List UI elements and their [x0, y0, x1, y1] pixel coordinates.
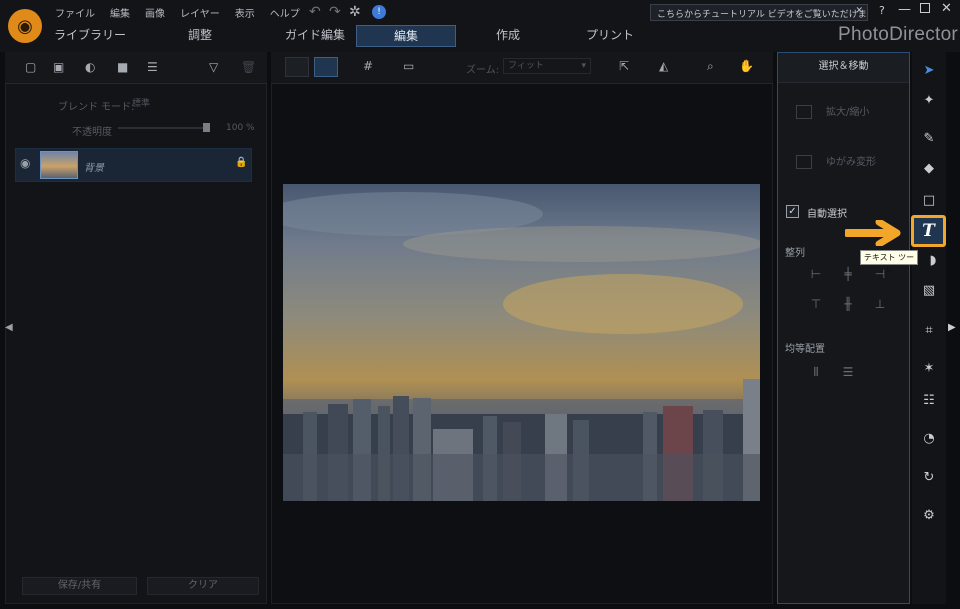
mask-icon[interactable]: ■ [117, 60, 128, 74]
scale-button[interactable]: 拡大/縮小 [796, 103, 869, 119]
monitor-icon[interactable]: ▭ [403, 59, 414, 73]
scale-label: 拡大/縮小 [826, 107, 870, 118]
distribute-label: 均等配置 [785, 344, 825, 355]
view-image-button[interactable] [314, 57, 338, 77]
tutorial-banner[interactable]: こちらからチュートリアル ビデオをご覧いただけます。 ✕ [650, 4, 868, 21]
rotate-tool-icon[interactable]: ↻ [918, 467, 940, 489]
blend-mode-label: ブレンド モード: [58, 102, 135, 113]
magic-wand-tool-icon[interactable]: ✶ [918, 358, 940, 380]
close-icon[interactable]: ✕ [855, 6, 863, 16]
menu-layer[interactable]: レイヤー [180, 5, 220, 20]
adjustment-layer-icon[interactable]: ◐ [85, 60, 95, 74]
warp-button[interactable]: ゆがみ変形 [796, 153, 876, 169]
maximize-button[interactable] [920, 3, 930, 13]
fill-tool-icon[interactable]: ◗ [922, 250, 944, 272]
layer-thumbnail[interactable] [40, 151, 78, 179]
annotation-arrow-icon [845, 220, 901, 246]
layer-menu-icon[interactable]: ☰ [147, 60, 158, 74]
align-left-icon[interactable]: ⊢ [809, 268, 823, 280]
zoom-select-value: フィット [508, 61, 544, 71]
opacity-slider-thumb[interactable] [203, 123, 210, 132]
warp-label: ゆがみ変形 [826, 157, 876, 168]
align-middle-icon[interactable]: ╫ [841, 298, 855, 310]
brush-tool-icon[interactable]: ✎ [918, 128, 940, 150]
select-move-tool-icon[interactable]: ➤ [918, 60, 940, 82]
scale-icon [796, 105, 812, 119]
minimize-button[interactable]: — [898, 2, 911, 17]
crop-tool-icon[interactable]: ⌗ [918, 320, 940, 342]
tool-options-panel [777, 52, 910, 604]
new-layer-icon[interactable]: ▢ [25, 60, 36, 74]
zoom-label: ズーム: [466, 65, 500, 76]
opacity-value: 100 % [226, 123, 255, 133]
layers-panel [5, 52, 267, 604]
align-label: 整列 [785, 248, 805, 259]
tab-edit[interactable]: 編集 [356, 25, 456, 47]
zoom-tool-icon[interactable]: ⌕ [707, 59, 714, 74]
menu-file[interactable]: ファイル [55, 5, 95, 20]
clear-button[interactable]: クリア [147, 577, 259, 595]
menu-help[interactable]: ヘルプ [270, 5, 300, 20]
tab-print[interactable]: プリント [560, 25, 660, 47]
color-effect-icon[interactable]: ◔ [918, 428, 940, 450]
lock-icon[interactable]: 🔒 [235, 157, 247, 168]
dim-overlay [283, 184, 760, 501]
settings-icon[interactable]: ✲ [349, 4, 361, 20]
align-bottom-icon[interactable]: ⊥ [873, 298, 887, 310]
undo-icon[interactable]: ↶ [309, 4, 321, 20]
chevron-down-icon: ▾ [581, 61, 586, 71]
menu-edit[interactable]: 編集 [110, 5, 130, 20]
app-logo-icon: ◉ [8, 9, 42, 43]
blend-mode-select[interactable]: 標準 [128, 96, 246, 112]
adjust-sliders-icon[interactable]: ☷ [918, 390, 940, 412]
text-tool-tooltip: テキスト ツール [860, 250, 918, 275]
save-share-button[interactable]: 保存/共有 [22, 577, 137, 595]
tutorial-banner-text: こちらからチュートリアル ビデオをご覧いただけます。 [657, 10, 868, 20]
panel-title: 選択＆移動 [778, 53, 909, 83]
close-window-button[interactable]: ✕ [941, 1, 952, 16]
gradient-tool-icon[interactable]: ▧ [918, 280, 940, 302]
layer-name[interactable]: 背景 [84, 159, 104, 174]
zoom-select[interactable]: フィット ▾ [503, 58, 591, 74]
auto-select-label[interactable]: 自動選択 [807, 205, 847, 220]
tab-guided-edit[interactable]: ガイド編集 [265, 25, 365, 47]
menu-bar: ファイル 編集 画像 レイヤー 表示 ヘルプ [55, 5, 300, 20]
eraser-tool-icon[interactable]: ◆ [918, 158, 940, 180]
text-tool-button[interactable]: T [911, 215, 946, 247]
distribute-vertical-icon[interactable]: ☰ [841, 366, 855, 378]
view-original-button[interactable] [285, 57, 309, 77]
gear-icon[interactable]: ⚙ [918, 505, 940, 527]
eye-icon[interactable]: ◉ [20, 156, 30, 170]
tab-adjust[interactable]: 調整 [150, 25, 250, 47]
menu-image[interactable]: 画像 [145, 5, 165, 20]
filter-icon[interactable]: ▽ [209, 60, 218, 74]
auto-select-checkbox[interactable]: ✓ [786, 205, 799, 218]
hand-tool-icon[interactable]: ✋ [739, 59, 754, 73]
warp-icon [796, 155, 812, 169]
opacity-label: 不透明度 [72, 127, 112, 138]
tab-library[interactable]: ライブラリー [40, 25, 140, 47]
grid-icon[interactable]: # [363, 59, 373, 73]
redo-icon[interactable]: ↷ [329, 4, 341, 20]
app-name: PhotoDirector [838, 24, 959, 45]
collapse-left-icon[interactable]: ◀ [5, 322, 13, 333]
export-icon[interactable]: ⇱ [619, 59, 629, 73]
add-image-layer-icon[interactable]: ▣ [53, 60, 64, 74]
notification-icon[interactable]: ! [372, 5, 386, 19]
help-icon[interactable]: ? [879, 4, 885, 17]
trash-icon[interactable]: 🗑 [241, 60, 256, 74]
align-top-icon[interactable]: ⊤ [809, 298, 823, 310]
compare-icon[interactable]: ◭ [659, 59, 668, 73]
distribute-horizontal-icon[interactable]: ⦀ [809, 366, 823, 378]
object-removal-tool-icon[interactable]: ✦ [918, 90, 940, 112]
layers-toolbar: ▢ ▣ ◐ ■ ☰ ▽ 🗑 [5, 52, 267, 84]
align-center-icon[interactable]: ╪ [841, 268, 855, 280]
opacity-slider[interactable] [118, 127, 210, 129]
collapse-right-icon[interactable]: ▶ [948, 322, 956, 333]
rectangle-tool-icon[interactable]: □ [918, 190, 940, 212]
menu-view[interactable]: 表示 [235, 5, 255, 20]
tab-create[interactable]: 作成 [458, 25, 558, 47]
